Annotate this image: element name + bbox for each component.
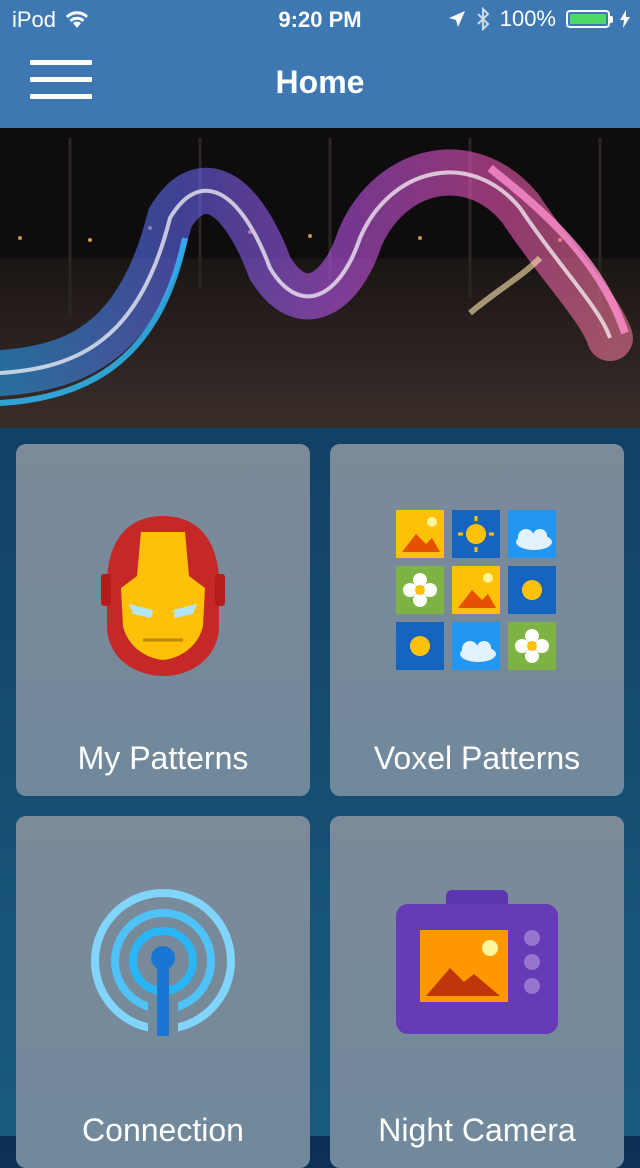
hero-image	[0, 128, 640, 428]
my-patterns-label: My Patterns	[77, 740, 249, 776]
status-bar: iPod 9:20 PM 100%	[0, 0, 640, 40]
charging-bolt-icon	[620, 10, 630, 28]
night-camera-label: Night Camera	[378, 1112, 576, 1148]
connection-label: Connection	[82, 1112, 244, 1148]
navigation-bar: Home	[0, 40, 640, 128]
page-title: Home	[275, 64, 365, 100]
battery-percent: 100%	[499, 6, 556, 31]
night-camera-tile[interactable]: Night Camera	[330, 816, 624, 1168]
battery-icon	[566, 10, 613, 28]
connection-tile[interactable]: Connection	[16, 816, 310, 1168]
light-painting-photo	[0, 128, 640, 428]
voxel-patterns-label: Voxel Patterns	[373, 740, 581, 776]
broadcast-antenna-icon	[91, 889, 235, 1036]
image-grid-icon	[396, 510, 556, 670]
iron-man-mask-icon	[101, 516, 225, 676]
location-arrow-icon	[448, 11, 465, 27]
bluetooth-icon	[477, 7, 490, 31]
my-patterns-tile[interactable]: My Patterns	[16, 444, 310, 796]
status-right: 100%	[448, 6, 630, 32]
camera-icon	[396, 890, 558, 1034]
voxel-patterns-tile[interactable]: Voxel Patterns	[330, 444, 624, 796]
